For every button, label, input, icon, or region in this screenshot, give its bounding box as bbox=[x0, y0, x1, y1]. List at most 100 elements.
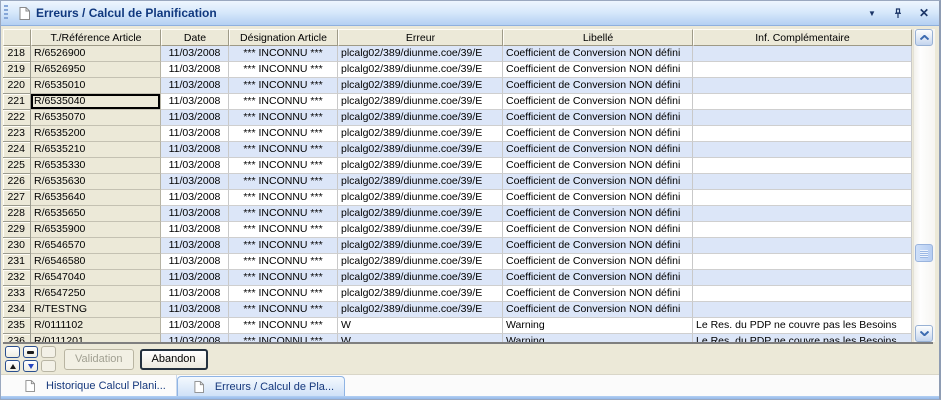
cell-rownum[interactable]: 235 bbox=[3, 318, 31, 334]
cell-rownum[interactable]: 225 bbox=[3, 158, 31, 174]
table-row[interactable]: 219 R/6526950 11/03/2008 *** INCONNU ***… bbox=[3, 62, 912, 78]
cell-designation[interactable]: *** INCONNU *** bbox=[229, 190, 338, 206]
cell-reference[interactable]: R/6547040 bbox=[31, 270, 161, 286]
nav-disabled-button-1[interactable] bbox=[41, 346, 56, 358]
cell-libelle[interactable]: Coefficient de Conversion NON défini bbox=[503, 78, 693, 94]
cell-erreur[interactable]: plcalg02/389/diunme.coe/39/E bbox=[338, 126, 503, 142]
column-header-reference[interactable]: T./Référence Article bbox=[31, 29, 161, 46]
cell-reference[interactable]: R/6526900 bbox=[31, 46, 161, 62]
cell-libelle[interactable]: Coefficient de Conversion NON défini bbox=[503, 94, 693, 110]
table-row[interactable]: 236 R/0111201 11/03/2008 *** INCONNU ***… bbox=[3, 334, 912, 342]
cell-inf[interactable] bbox=[693, 190, 912, 206]
cell-inf[interactable] bbox=[693, 270, 912, 286]
pin-icon[interactable] bbox=[891, 5, 905, 21]
cell-libelle[interactable]: Coefficient de Conversion NON défini bbox=[503, 270, 693, 286]
cell-designation[interactable]: *** INCONNU *** bbox=[229, 46, 338, 62]
scroll-down-icon[interactable] bbox=[915, 325, 933, 342]
cell-date[interactable]: 11/03/2008 bbox=[161, 334, 229, 342]
cell-reference[interactable]: R/6535040 bbox=[31, 94, 161, 110]
table-row[interactable]: 221 R/6535040 11/03/2008 *** INCONNU ***… bbox=[3, 94, 912, 110]
cell-inf[interactable] bbox=[693, 46, 912, 62]
cell-designation[interactable]: *** INCONNU *** bbox=[229, 142, 338, 158]
cell-rownum[interactable]: 219 bbox=[3, 62, 31, 78]
cell-designation[interactable]: *** INCONNU *** bbox=[229, 206, 338, 222]
cell-designation[interactable]: *** INCONNU *** bbox=[229, 94, 338, 110]
cell-rownum[interactable]: 218 bbox=[3, 46, 31, 62]
cell-designation[interactable]: *** INCONNU *** bbox=[229, 302, 338, 318]
table-row[interactable]: 233 R/6547250 11/03/2008 *** INCONNU ***… bbox=[3, 286, 912, 302]
table-row[interactable]: 223 R/6535200 11/03/2008 *** INCONNU ***… bbox=[3, 126, 912, 142]
cell-date[interactable]: 11/03/2008 bbox=[161, 302, 229, 318]
cell-erreur[interactable]: W bbox=[338, 334, 503, 342]
cell-reference[interactable]: R/6526950 bbox=[31, 62, 161, 78]
nav-blank-button[interactable] bbox=[5, 346, 20, 358]
cell-designation[interactable]: *** INCONNU *** bbox=[229, 238, 338, 254]
tab-erreurs-calcul[interactable]: Erreurs / Calcul de Pla... bbox=[177, 376, 345, 396]
cell-rownum[interactable]: 231 bbox=[3, 254, 31, 270]
cell-rownum[interactable]: 233 bbox=[3, 286, 31, 302]
column-header-date[interactable]: Date bbox=[161, 29, 229, 46]
table-row[interactable]: 235 R/0111102 11/03/2008 *** INCONNU ***… bbox=[3, 318, 912, 334]
cell-erreur[interactable]: plcalg02/389/diunme.coe/39/E bbox=[338, 158, 503, 174]
cell-erreur[interactable]: plcalg02/389/diunme.coe/39/E bbox=[338, 46, 503, 62]
cell-reference[interactable]: R/6547250 bbox=[31, 286, 161, 302]
cell-erreur[interactable]: plcalg02/389/diunme.coe/39/E bbox=[338, 174, 503, 190]
cell-libelle[interactable]: Coefficient de Conversion NON défini bbox=[503, 126, 693, 142]
cell-designation[interactable]: *** INCONNU *** bbox=[229, 334, 338, 342]
nav-disabled-button-2[interactable] bbox=[41, 360, 56, 372]
cell-rownum[interactable]: 234 bbox=[3, 302, 31, 318]
cell-reference[interactable]: R/6535640 bbox=[31, 190, 161, 206]
cell-inf[interactable] bbox=[693, 78, 912, 94]
scrollbar-thumb[interactable] bbox=[915, 244, 933, 262]
cell-reference[interactable]: R/6535900 bbox=[31, 222, 161, 238]
cell-reference[interactable]: R/6535070 bbox=[31, 110, 161, 126]
cell-libelle[interactable]: Coefficient de Conversion NON défini bbox=[503, 286, 693, 302]
cell-libelle[interactable]: Coefficient de Conversion NON défini bbox=[503, 110, 693, 126]
table-row[interactable]: 234 R/TESTNG 11/03/2008 *** INCONNU *** … bbox=[3, 302, 912, 318]
cell-erreur[interactable]: plcalg02/389/diunme.coe/39/E bbox=[338, 110, 503, 126]
cell-rownum[interactable]: 230 bbox=[3, 238, 31, 254]
cell-libelle[interactable]: Coefficient de Conversion NON défini bbox=[503, 158, 693, 174]
abandon-button[interactable]: Abandon bbox=[140, 349, 208, 370]
cell-erreur[interactable]: plcalg02/389/diunme.coe/39/E bbox=[338, 286, 503, 302]
nav-up-button[interactable] bbox=[5, 360, 20, 372]
cell-reference[interactable]: R/0111201 bbox=[31, 334, 161, 342]
cell-reference[interactable]: R/6535650 bbox=[31, 206, 161, 222]
column-header-erreur[interactable]: Erreur bbox=[338, 29, 503, 46]
table-row[interactable]: 222 R/6535070 11/03/2008 *** INCONNU ***… bbox=[3, 110, 912, 126]
table-row[interactable]: 224 R/6535210 11/03/2008 *** INCONNU ***… bbox=[3, 142, 912, 158]
cell-inf[interactable] bbox=[693, 206, 912, 222]
cell-libelle[interactable]: Warning bbox=[503, 334, 693, 342]
cell-libelle[interactable]: Warning bbox=[503, 318, 693, 334]
cell-libelle[interactable]: Coefficient de Conversion NON défini bbox=[503, 62, 693, 78]
cell-rownum[interactable]: 222 bbox=[3, 110, 31, 126]
cell-reference[interactable]: R/6535010 bbox=[31, 78, 161, 94]
table-row[interactable]: 232 R/6547040 11/03/2008 *** INCONNU ***… bbox=[3, 270, 912, 286]
cell-date[interactable]: 11/03/2008 bbox=[161, 286, 229, 302]
table-row[interactable]: 218 R/6526900 11/03/2008 *** INCONNU ***… bbox=[3, 46, 912, 62]
table-row[interactable]: 228 R/6535650 11/03/2008 *** INCONNU ***… bbox=[3, 206, 912, 222]
cell-designation[interactable]: *** INCONNU *** bbox=[229, 254, 338, 270]
cell-designation[interactable]: *** INCONNU *** bbox=[229, 126, 338, 142]
cell-reference[interactable]: R/6535200 bbox=[31, 126, 161, 142]
cell-inf[interactable] bbox=[693, 286, 912, 302]
cell-inf[interactable] bbox=[693, 174, 912, 190]
cell-reference[interactable]: R/0111102 bbox=[31, 318, 161, 334]
close-icon[interactable]: ✕ bbox=[917, 5, 931, 21]
cell-date[interactable]: 11/03/2008 bbox=[161, 126, 229, 142]
cell-date[interactable]: 11/03/2008 bbox=[161, 94, 229, 110]
cell-reference[interactable]: R/6546570 bbox=[31, 238, 161, 254]
cell-erreur[interactable]: plcalg02/389/diunme.coe/39/E bbox=[338, 254, 503, 270]
cell-inf[interactable]: Le Res. du PDP ne couvre pas les Besoins bbox=[693, 334, 912, 342]
vertical-scrollbar[interactable] bbox=[913, 29, 935, 342]
table-row[interactable]: 226 R/6535630 11/03/2008 *** INCONNU ***… bbox=[3, 174, 912, 190]
cell-libelle[interactable]: Coefficient de Conversion NON défini bbox=[503, 254, 693, 270]
cell-erreur[interactable]: W bbox=[338, 318, 503, 334]
cell-rownum[interactable]: 221 bbox=[3, 94, 31, 110]
cell-date[interactable]: 11/03/2008 bbox=[161, 318, 229, 334]
nav-down-button[interactable] bbox=[23, 360, 38, 372]
cell-rownum[interactable]: 223 bbox=[3, 126, 31, 142]
cell-inf[interactable] bbox=[693, 222, 912, 238]
cell-libelle[interactable]: Coefficient de Conversion NON défini bbox=[503, 238, 693, 254]
cell-date[interactable]: 11/03/2008 bbox=[161, 238, 229, 254]
